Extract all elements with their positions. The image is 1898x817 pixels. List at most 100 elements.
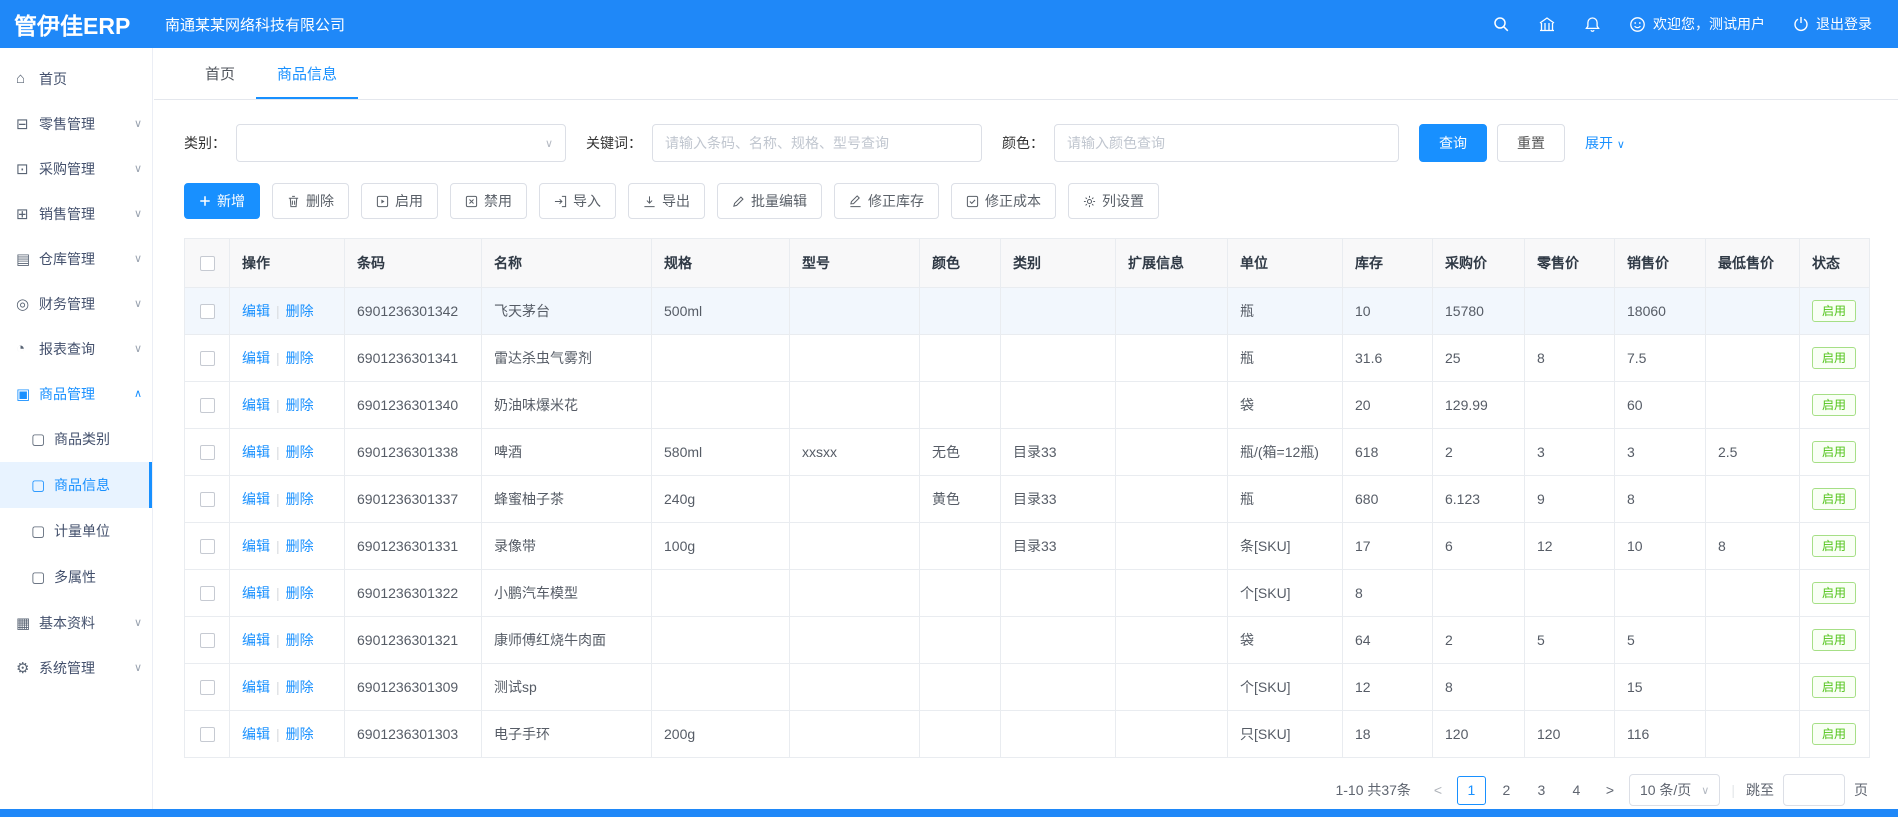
- export-button[interactable]: 导出: [628, 183, 705, 219]
- edit-link[interactable]: 编辑: [242, 679, 270, 695]
- row-checkbox[interactable]: [200, 680, 215, 695]
- cell-retail: 3: [1525, 429, 1615, 476]
- expand-link[interactable]: 展开 ∨: [1585, 133, 1625, 153]
- search-button[interactable]: 查询: [1419, 124, 1487, 162]
- row-checkbox[interactable]: [200, 492, 215, 507]
- sidebar-item-label: 商品管理: [39, 384, 95, 404]
- search-icon[interactable]: [1493, 16, 1510, 33]
- cell-unit: 瓶: [1228, 335, 1343, 382]
- row-checkbox[interactable]: [200, 304, 215, 319]
- fix-stock-button[interactable]: 修正库存: [834, 183, 939, 219]
- cell-model: [790, 617, 920, 664]
- row-checkbox[interactable]: [200, 633, 215, 648]
- delete-link[interactable]: 删除: [286, 679, 314, 695]
- delete-link[interactable]: 删除: [286, 444, 314, 460]
- edit-link[interactable]: 编辑: [242, 350, 270, 366]
- page-number-1[interactable]: 1: [1457, 776, 1486, 805]
- op-separator: |: [276, 538, 280, 554]
- prev-page-button[interactable]: <: [1428, 782, 1448, 798]
- cell-model: [790, 476, 920, 523]
- cell-color: [920, 382, 1001, 429]
- cell-unit: 瓶/(箱=12瓶): [1228, 429, 1343, 476]
- edit-link[interactable]: 编辑: [242, 491, 270, 507]
- cell-name: 啤酒: [482, 429, 652, 476]
- next-page-button[interactable]: >: [1600, 782, 1620, 798]
- sidebar-item-finance[interactable]: ◎财务管理∨: [0, 281, 152, 326]
- delete-link[interactable]: 删除: [286, 491, 314, 507]
- import-button[interactable]: 导入: [539, 183, 616, 219]
- tab-home[interactable]: 首页: [184, 48, 256, 99]
- delete-button[interactable]: 删除: [272, 183, 349, 219]
- page-number-4[interactable]: 4: [1562, 776, 1591, 805]
- store-icon[interactable]: [1538, 16, 1556, 33]
- delete-link[interactable]: 删除: [286, 303, 314, 319]
- sidebar-item-measure-unit[interactable]: ▢计量单位: [0, 508, 152, 554]
- sidebar-item-system[interactable]: ⚙系统管理∨: [0, 645, 152, 690]
- status-cell: 启用: [1800, 476, 1870, 523]
- delete-link[interactable]: 删除: [286, 585, 314, 601]
- status-badge: 启用: [1812, 488, 1856, 510]
- cell-ext: [1116, 476, 1228, 523]
- sidebar-item-goods[interactable]: ▣商品管理∧: [0, 371, 152, 416]
- cell-min: [1706, 476, 1800, 523]
- sidebar-item-basic-data[interactable]: ▦基本资料∨: [0, 600, 152, 645]
- sidebar-item-label: 销售管理: [39, 204, 95, 224]
- cell-category: [1001, 664, 1116, 711]
- sidebar-item-home[interactable]: ⌂首页: [0, 56, 152, 101]
- tab-goods-info[interactable]: 商品信息: [256, 48, 358, 99]
- add-button[interactable]: 新增: [184, 183, 260, 219]
- delete-link[interactable]: 删除: [286, 397, 314, 413]
- edit-link[interactable]: 编辑: [242, 397, 270, 413]
- edit-link[interactable]: 编辑: [242, 726, 270, 742]
- row-checkbox[interactable]: [200, 351, 215, 366]
- category-select[interactable]: ∨: [236, 124, 566, 162]
- edit-link[interactable]: 编辑: [242, 303, 270, 319]
- delete-link[interactable]: 删除: [286, 350, 314, 366]
- cell-model: [790, 335, 920, 382]
- fix-cost-button[interactable]: 修正成本: [951, 183, 1056, 219]
- edit-link[interactable]: 编辑: [242, 538, 270, 554]
- row-checkbox[interactable]: [200, 586, 215, 601]
- logout-button[interactable]: 退出登录: [1793, 14, 1872, 34]
- edit-link[interactable]: 编辑: [242, 585, 270, 601]
- import-icon: [554, 195, 567, 208]
- row-checkbox[interactable]: [200, 445, 215, 460]
- cell-color: 无色: [920, 429, 1001, 476]
- row-checkbox[interactable]: [200, 539, 215, 554]
- row-checkbox[interactable]: [200, 398, 215, 413]
- sidebar-item-multi-attribute[interactable]: ▢多属性: [0, 554, 152, 600]
- column-settings-button[interactable]: 列设置: [1068, 183, 1159, 219]
- batch-edit-button[interactable]: 批量编辑: [717, 183, 822, 219]
- delete-link[interactable]: 删除: [286, 538, 314, 554]
- cell-stock: 10: [1343, 288, 1433, 335]
- user-menu[interactable]: 欢迎您，测试用户: [1629, 14, 1765, 34]
- row-checkbox[interactable]: [200, 727, 215, 742]
- sidebar-item-goods-category[interactable]: ▢商品类别: [0, 416, 152, 462]
- sidebar-item-sales[interactable]: ⊞销售管理∨: [0, 191, 152, 236]
- page-size-select[interactable]: 10 条/页 ∨: [1629, 774, 1720, 806]
- jump-page-input[interactable]: [1783, 774, 1845, 806]
- page-size-value: 10 条/页: [1640, 780, 1691, 800]
- edit-link[interactable]: 编辑: [242, 632, 270, 648]
- sidebar-item-purchase[interactable]: ⊡采购管理∨: [0, 146, 152, 191]
- enable-icon: [376, 195, 389, 208]
- sidebar-item-report[interactable]: ◔报表查询∨: [0, 326, 152, 371]
- reset-button[interactable]: 重置: [1497, 124, 1565, 162]
- disable-button[interactable]: 禁用: [450, 183, 527, 219]
- select-all-checkbox[interactable]: [200, 256, 215, 271]
- sidebar-item-retail[interactable]: ⊟零售管理∨: [0, 101, 152, 146]
- page-number-2[interactable]: 2: [1492, 776, 1521, 805]
- edit-link[interactable]: 编辑: [242, 444, 270, 460]
- status-badge: 启用: [1812, 582, 1856, 604]
- enable-button[interactable]: 启用: [361, 183, 438, 219]
- keyword-input[interactable]: [652, 124, 982, 162]
- delete-link[interactable]: 删除: [286, 632, 314, 648]
- sidebar-item-goods-info[interactable]: ▢商品信息: [0, 462, 152, 508]
- delete-link[interactable]: 删除: [286, 726, 314, 742]
- sidebar-item-warehouse[interactable]: ▤仓库管理∨: [0, 236, 152, 281]
- cell-purchase: [1433, 570, 1525, 617]
- column-settings-icon: [1083, 195, 1096, 208]
- bell-icon[interactable]: [1584, 16, 1601, 33]
- page-number-3[interactable]: 3: [1527, 776, 1556, 805]
- color-input[interactable]: [1054, 124, 1399, 162]
